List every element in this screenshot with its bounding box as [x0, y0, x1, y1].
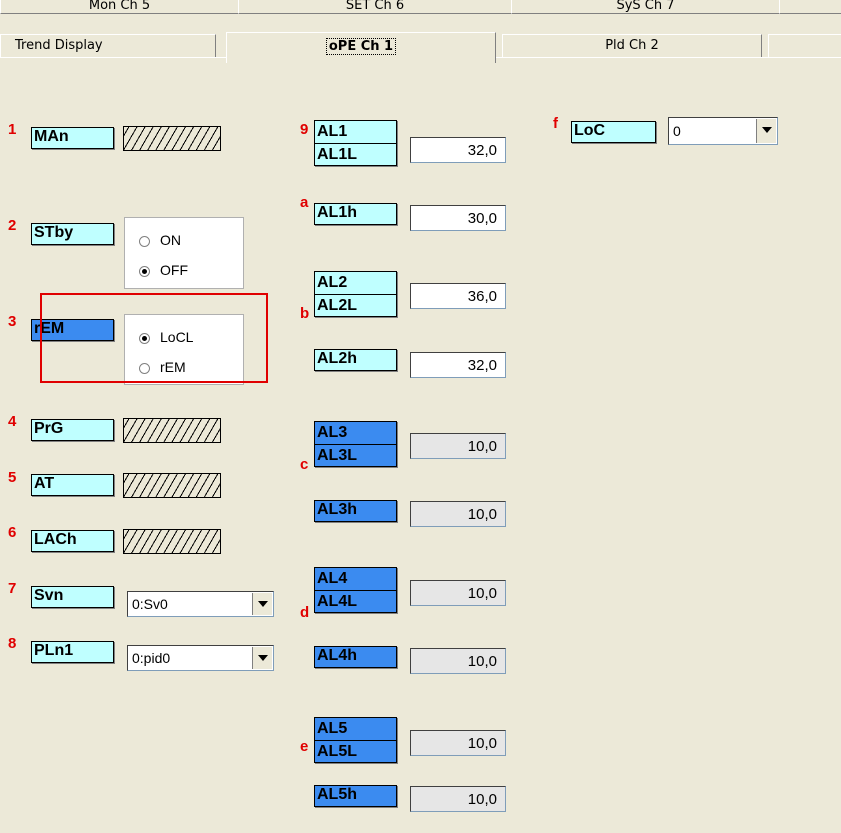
tab-baseline-left [0, 57, 226, 58]
label-al1: AL1 [315, 121, 396, 144]
marker-1: 1 [8, 121, 17, 138]
label-al3h: AL3h [314, 500, 397, 522]
marker-b: b [300, 305, 310, 322]
at-disabled-field [123, 473, 221, 498]
label-at: AT [31, 474, 114, 496]
label-al5l: AL5L [317, 743, 357, 760]
tab-trend-display[interactable]: Trend Display [0, 34, 216, 57]
svn-value: 0:Sv0 [132, 596, 168, 612]
al3h-input[interactable]: 10,0 [410, 501, 506, 527]
al4l-input[interactable]: 10,0 [410, 580, 506, 606]
label-al1-group: AL1 AL1L [314, 120, 397, 166]
lach-disabled-field [123, 529, 221, 554]
label-al3l: AL3L [317, 447, 357, 464]
marker-a: a [300, 194, 309, 211]
label-al5h: AL5h [314, 785, 397, 807]
stby-on-label: ON [160, 232, 181, 248]
label-loc: LoC [571, 121, 656, 143]
marker-5: 5 [8, 469, 17, 486]
al5h-input[interactable]: 10,0 [410, 786, 506, 812]
al2l-input[interactable]: 36,0 [410, 283, 506, 309]
marker-c: c [300, 456, 309, 473]
chevron-down-icon[interactable] [252, 647, 272, 669]
al3l-input[interactable]: 10,0 [410, 433, 506, 459]
label-prg: PrG [31, 419, 114, 441]
tab-baseline-right [494, 57, 841, 58]
tab-sys-ch7[interactable]: SyS Ch 7 [511, 0, 780, 14]
chevron-down-icon[interactable] [252, 593, 272, 615]
al2h-input[interactable]: 32,0 [410, 352, 506, 378]
label-al1h: AL1h [314, 203, 397, 225]
pln1-value: 0:pid0 [132, 650, 171, 666]
svn-select[interactable]: 0:Sv0 [127, 591, 274, 617]
label-al4h: AL4h [314, 646, 397, 668]
label-al2h: AL2h [314, 349, 397, 371]
label-al2l: AL2L [317, 297, 357, 314]
label-al3-group: AL3 AL3L [314, 421, 397, 467]
prg-disabled-field [123, 418, 221, 443]
loc-select[interactable]: 0 [668, 117, 778, 145]
marker-f: f [553, 115, 558, 132]
label-al4l: AL4L [317, 593, 357, 610]
label-pln1: PLn1 [31, 641, 114, 663]
marker-3: 3 [8, 313, 17, 330]
highlight-box [40, 293, 268, 383]
al1l-input[interactable]: 32,0 [410, 137, 506, 163]
label-al5-group: AL5 AL5L [314, 717, 397, 763]
stby-radio-on[interactable]: ON [139, 232, 181, 248]
label-al4-group: AL4 AL4L [314, 567, 397, 613]
marker-9: 9 [300, 121, 309, 138]
tab-ope-ch1-label: oPE Ch 1 [325, 38, 397, 55]
marker-8: 8 [8, 635, 17, 652]
tab-mon-ch5[interactable]: Mon Ch 5 [0, 0, 239, 14]
label-al1l: AL1L [317, 146, 357, 163]
label-al5: AL5 [315, 718, 396, 741]
marker-d: d [300, 604, 310, 621]
loc-value: 0 [673, 123, 681, 139]
stby-off-label: OFF [160, 262, 188, 278]
label-al3: AL3 [315, 422, 396, 445]
al5l-input[interactable]: 10,0 [410, 730, 506, 756]
label-stby: STby [31, 223, 114, 245]
tab-ope-ch1[interactable]: oPE Ch 1 [226, 32, 496, 63]
al4h-input[interactable]: 10,0 [410, 648, 506, 674]
marker-4: 4 [8, 413, 17, 430]
marker-e: e [300, 738, 309, 755]
label-al2-group: AL2 AL2L [314, 271, 397, 317]
tab-pld-ch2[interactable]: Pld Ch 2 [502, 34, 762, 58]
marker-2: 2 [8, 217, 17, 234]
tab-extra[interactable] [779, 0, 841, 14]
radio-icon [139, 235, 150, 247]
man-disabled-field [123, 126, 221, 151]
al1h-input[interactable]: 30,0 [410, 205, 506, 231]
label-svn: Svn [31, 586, 114, 608]
tab-row-back: Mon Ch 5 SET Ch 6 SyS Ch 7 [0, 0, 841, 14]
marker-7: 7 [8, 580, 17, 597]
label-al4: AL4 [315, 568, 396, 591]
label-lach: LACh [31, 530, 114, 552]
tab-set-ch6[interactable]: SET Ch 6 [238, 0, 512, 14]
marker-6: 6 [8, 524, 17, 541]
label-al2: AL2 [315, 272, 396, 295]
chevron-down-icon[interactable] [756, 119, 776, 143]
label-man: MAn [31, 127, 114, 149]
stby-radio-off[interactable]: OFF [139, 262, 188, 278]
tab-extra-front[interactable] [768, 34, 841, 58]
radio-selected-icon [139, 265, 150, 277]
pln1-select[interactable]: 0:pid0 [127, 645, 274, 671]
stby-radio-group: ON OFF [124, 217, 244, 289]
